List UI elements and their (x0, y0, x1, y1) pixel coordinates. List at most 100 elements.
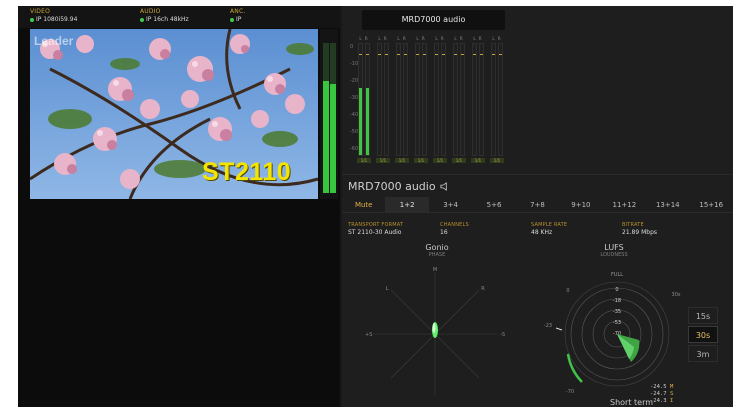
audio-meter-bank: 0 -10 -20 -30 -40 -50 -60 L R 1/1 L R 1/1 L R 1/1 L R… (350, 36, 510, 166)
channel-peak-marker (499, 54, 502, 55)
channel-lr-label: L R (397, 36, 407, 41)
tab-ch-11-12[interactable]: 11+12 (603, 197, 646, 213)
channel-bar-right (460, 43, 465, 156)
meter-scale-label: 0 (350, 44, 354, 50)
channels-value: 16 (440, 229, 448, 236)
gonio-plus-s-label: +S (365, 332, 372, 338)
lufs-ring-labels: 0 -18 -35 -53 -70 (613, 287, 621, 337)
channel-peak-marker (461, 54, 464, 55)
channel-bar-right (422, 43, 427, 156)
mini-meter-right-level (330, 83, 336, 193)
channel-bar-left (358, 43, 363, 156)
tab-ch-13-14[interactable]: 13+14 (646, 197, 689, 213)
mini-meter-left-level (323, 80, 329, 193)
channel-bar-left (415, 43, 420, 156)
mute-tab[interactable]: Mute (342, 197, 385, 213)
audio-panel: MRD7000 audio 0 -10 -20 -30 -40 -50 -60 L R 1/1 L… (342, 6, 733, 407)
channel-peak-marker (359, 54, 362, 55)
audio-status-head: AUDIO (140, 8, 161, 15)
lufs-arc-bottom-label: -70 (566, 389, 574, 395)
time-3m-button[interactable]: 3m (688, 345, 718, 362)
video-overlay-text: ST2110 (202, 158, 292, 186)
channel-foot-label: 1/1 (357, 158, 371, 163)
tab-ch-1-2[interactable]: 1+2 (385, 196, 429, 213)
time-15s-button[interactable]: 15s (688, 307, 718, 324)
speaker-icon[interactable] (440, 182, 449, 191)
gonio-r-label: R (481, 286, 485, 292)
readout-m-tag: M (670, 384, 674, 390)
lufs-ring-label: -18 (613, 298, 621, 304)
channel-bar-right (365, 43, 370, 156)
channel-peak-marker (397, 54, 400, 55)
gonio-minus-s-label: -S (500, 332, 505, 338)
lufs-readouts: -24.5 M -24.7 S -24.3 I (650, 384, 674, 404)
short-term-label: Short term (610, 398, 654, 407)
channel-foot-label: 1/1 (433, 158, 447, 163)
channel-meter[interactable]: L R 1/1 (375, 36, 391, 166)
channel-bar-left (396, 43, 401, 156)
channel-meter[interactable]: L R 1/1 (432, 36, 448, 166)
lufs-title: LUFS LOUDNESS (594, 243, 634, 258)
channel-bar-right (479, 43, 484, 156)
channel-lr-label: L R (473, 36, 483, 41)
channel-meter[interactable]: L R 1/1 (356, 36, 372, 166)
channel-bar-right (384, 43, 389, 156)
gonio-title: Gonio PHASE (422, 243, 452, 258)
channel-level-fill (359, 88, 362, 155)
lufs-arc-top-label: 0 (566, 288, 569, 294)
tab-ch-15-16[interactable]: 15+16 (690, 197, 733, 213)
channel-bar-left (491, 43, 496, 156)
mini-audio-meter (320, 29, 338, 199)
channel-meter[interactable]: L R 1/1 (451, 36, 467, 166)
channel-bar-right (498, 43, 503, 156)
readout-m-value: -24.5 (650, 384, 667, 390)
lufs-ring-label: -53 (613, 320, 621, 326)
channel-bar-right (403, 43, 408, 156)
source-title[interactable]: MRD7000 audio (362, 10, 505, 30)
channel-peak-marker (442, 54, 445, 55)
tab-ch-3-4[interactable]: 3+4 (429, 197, 472, 213)
channel-lr-label: L R (416, 36, 426, 41)
channel-lr-label: L R (454, 36, 464, 41)
channel-meter[interactable]: L R 1/1 (394, 36, 410, 166)
channel-peak-marker (492, 54, 495, 55)
channel-foot-label: 1/1 (490, 158, 504, 163)
channel-meter[interactable]: L R 1/1 (413, 36, 429, 166)
gonio-m-label: M (433, 267, 437, 273)
channel-peak-marker (454, 54, 457, 55)
bitrate-info: BITRATE 21.89 Mbps (622, 222, 657, 236)
lufs-time-label: 30s (672, 292, 681, 298)
loudness-meter: FULL 0 -18 -35 -53 -70 0 -23 -70 30s -24… (544, 272, 681, 404)
leader-logo: Leader (34, 34, 74, 48)
readout-i-tag: I (670, 398, 673, 404)
channel-peak-marker (385, 54, 388, 55)
video-picture[interactable]: Leader ST2110 (30, 29, 318, 199)
status-dot-icon (140, 18, 144, 22)
panel-title-text: MRD7000 audio (348, 180, 436, 193)
audio-status-value: IP 16ch 48kHz (146, 16, 189, 23)
tab-ch-5-6[interactable]: 5+6 (472, 197, 515, 213)
audio-status: AUDIO IP 16ch 48kHz (140, 8, 189, 24)
channel-peak-marker (366, 54, 369, 55)
status-dot-icon (230, 18, 234, 22)
channel-bar-left (472, 43, 477, 156)
channel-peak-marker (404, 54, 407, 55)
channel-meter[interactable]: L R 1/1 (470, 36, 486, 166)
status-dot-icon (30, 18, 34, 22)
bitrate-value: 21.89 Mbps (622, 229, 658, 236)
time-30s-button[interactable]: 30s (688, 326, 718, 343)
readout-s-tag: S (670, 391, 673, 397)
channel-meter[interactable]: L R 1/1 (489, 36, 505, 166)
sample-rate-label: SAMPLE RATE (531, 222, 568, 228)
channel-tabs: Mute 1+2 3+4 5+6 7+8 9+10 11+12 13+14 15+16 (342, 196, 733, 213)
channels-info: CHANNELS 16 (440, 222, 469, 236)
tab-ch-7-8[interactable]: 7+8 (516, 197, 559, 213)
tab-ch-9-10[interactable]: 9+10 (559, 197, 602, 213)
lufs-ring-label: -35 (613, 309, 621, 315)
gonio-subtitle: PHASE (428, 252, 446, 258)
channel-bar-left (377, 43, 382, 156)
channel-foot-label: 1/1 (414, 158, 428, 163)
video-status: VIDEO IP 1080i59.94 (30, 8, 77, 24)
gonio-trace (432, 322, 438, 338)
channel-level-fill (366, 88, 369, 155)
